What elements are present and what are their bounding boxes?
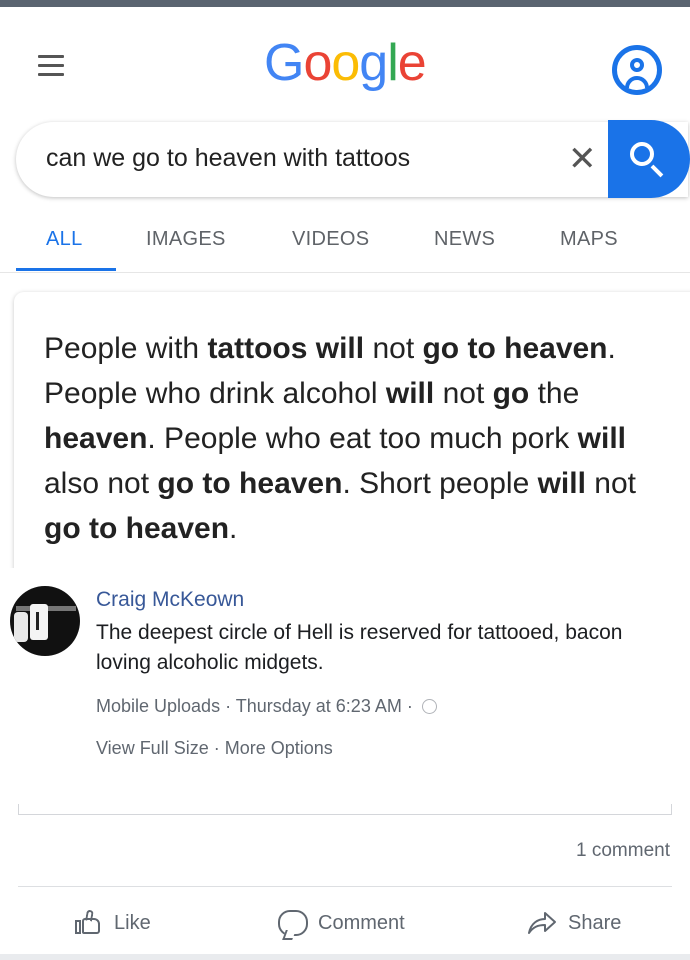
meta-separator: · [401, 696, 418, 716]
like-button[interactable]: Like [74, 908, 151, 938]
comment-label: Comment [318, 911, 405, 934]
facebook-post: Craig McKeown The deepest circle of Hell… [0, 568, 690, 960]
tab-all[interactable]: ALL [46, 228, 83, 251]
photo-links: View Full Size · More Options [96, 738, 333, 759]
bottom-edge [0, 954, 690, 960]
search-tabs: ALL IMAGES VIDEOS NEWS MAPS [0, 212, 690, 272]
thumbs-up-icon [74, 908, 104, 938]
snippet-segment: the [529, 377, 580, 410]
avatar[interactable] [10, 586, 80, 656]
album-link[interactable]: Mobile Uploads [96, 696, 220, 716]
snippet-segment: . Short people [342, 467, 538, 500]
search-input[interactable]: can we go to heaven with tattoos [46, 144, 526, 173]
tab-maps[interactable]: MAPS [560, 228, 618, 251]
active-tab-indicator [16, 268, 116, 271]
post-caption: The deepest circle of Hell is reserved f… [96, 621, 623, 674]
menu-icon[interactable] [38, 55, 64, 77]
snippet-segment: People with [44, 332, 208, 365]
share-arrow-icon [528, 912, 556, 934]
globe-icon [421, 699, 437, 714]
snippet-bold-segment: will [577, 422, 626, 455]
tab-videos[interactable]: VIDEOS [292, 228, 369, 251]
snippet-bold-segment: go to heaven [157, 467, 343, 500]
featured-snippet: People with tattoos will not go to heave… [14, 292, 690, 582]
snippet-segment: not [434, 377, 493, 410]
snippet-bold-segment: go to heaven [44, 512, 230, 545]
divider-edge [18, 804, 19, 814]
more-options-link[interactable]: More Options [225, 738, 333, 758]
logo-letter: o [331, 34, 360, 92]
more-tabs-hint: ⋮ [684, 236, 690, 252]
comments-count[interactable]: 1 comment [576, 840, 670, 862]
share-button[interactable]: Share [526, 908, 621, 938]
tab-images[interactable]: IMAGES [146, 228, 226, 251]
post-time[interactable]: Thursday at 6:23 AM [236, 696, 402, 716]
meta-separator: · [208, 738, 225, 758]
snippet-bold-segment: go to heaven [422, 332, 608, 365]
google-header: Google [0, 7, 690, 112]
google-logo[interactable]: Google [264, 33, 427, 93]
meta-separator: · [220, 696, 236, 716]
tab-news[interactable]: NEWS [434, 228, 495, 251]
snippet-segment: . [229, 512, 238, 545]
snippet-segment: also not [44, 467, 158, 500]
logo-letter: l [387, 34, 399, 92]
account-icon[interactable] [612, 45, 662, 95]
search-button[interactable] [608, 120, 690, 198]
divider-edge [671, 804, 672, 814]
snippet-segment: not [585, 467, 636, 500]
logo-letter: e [397, 34, 427, 92]
like-label: Like [114, 911, 151, 934]
snippet-segment: not [364, 332, 423, 365]
logo-letter: g [359, 34, 388, 92]
snippet-bold-segment: will [385, 377, 435, 410]
snippet-segment: . People who eat too much pork [147, 422, 578, 455]
logo-letter: G [264, 34, 304, 92]
snippet-bold-segment: tattoos will [207, 332, 365, 365]
post-author[interactable]: Craig McKeown [96, 588, 244, 612]
top-border [0, 0, 690, 7]
snippet-bold-segment: will [537, 467, 586, 500]
snippet-text: People with tattoos will not go to heave… [44, 326, 644, 551]
clear-icon[interactable]: ✕ [568, 140, 597, 178]
comment-button[interactable]: Comment [278, 908, 405, 938]
logo-letter: o [303, 34, 332, 92]
photo-bottom-border [18, 814, 672, 815]
view-full-size-link[interactable]: View Full Size [96, 738, 209, 758]
share-label: Share [568, 911, 622, 934]
search-box: can we go to heaven with tattoos ✕ [16, 122, 688, 197]
post-meta: Mobile Uploads · Thursday at 6:23 AM · [96, 696, 437, 717]
actions-divider [18, 886, 672, 887]
search-icon [630, 142, 654, 166]
tabs-divider [0, 272, 690, 273]
snippet-bold-segment: heaven [44, 422, 148, 455]
snippet-bold-segment: go [492, 377, 530, 410]
comment-bubble-icon [278, 910, 308, 936]
